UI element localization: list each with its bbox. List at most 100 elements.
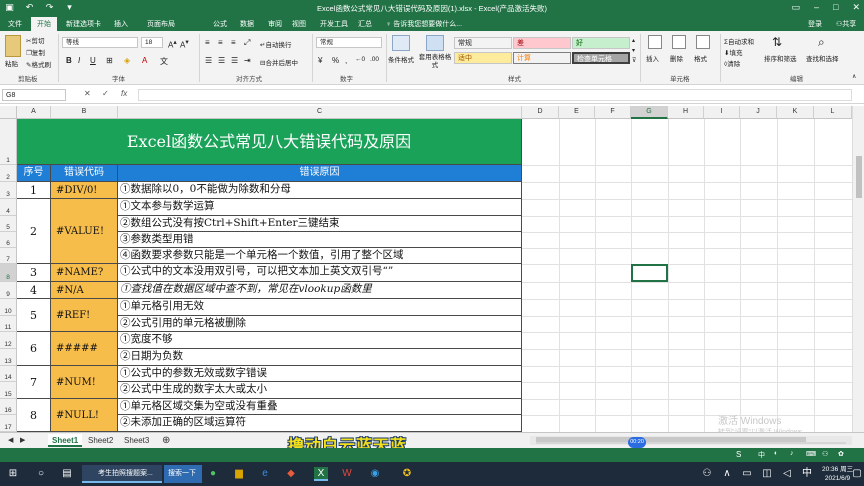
tray-arrow-icon[interactable]: ∧ (720, 467, 734, 481)
error-no-cell[interactable]: 4 (17, 282, 51, 299)
taskbar-app-browser[interactable]: 考生拍照搜题案... (82, 465, 162, 483)
sheet-tab-2[interactable]: Sheet2 (84, 434, 117, 447)
underline-icon[interactable]: U (90, 56, 96, 65)
error-no-cell[interactable]: 1 (17, 182, 51, 199)
error-reason-cell[interactable]: ①数据除以0，0不能做为除数和分母 (118, 182, 522, 199)
insert-function-icon[interactable]: fx (121, 89, 127, 98)
add-sheet-icon[interactable]: ⊕ (158, 434, 174, 447)
wechat-icon[interactable]: ● (206, 467, 220, 481)
tab-file[interactable]: 文件 (8, 19, 22, 29)
row-header-4[interactable]: 4 (0, 199, 17, 216)
comma-icon[interactable]: , (345, 56, 347, 65)
status-zh-icon[interactable]: 中 (758, 450, 765, 460)
autosum-button[interactable]: Σ自动求和 (724, 36, 754, 46)
error-code-cell[interactable]: #DIV/0! (51, 182, 118, 199)
video-time-badge[interactable]: 00:20 (628, 437, 646, 448)
error-reason-cell[interactable]: ①公式中的参数无效或数字错误 (118, 366, 522, 382)
column-header-c[interactable]: C (118, 106, 522, 119)
row-header-15[interactable]: 15 (0, 382, 17, 399)
taskbar-search-button[interactable]: 搜索一下 (164, 465, 202, 483)
minimize-icon[interactable]: – (814, 2, 819, 13)
error-no-cell[interactable]: 5 (17, 299, 51, 332)
formula-input[interactable] (138, 89, 852, 101)
find-select-icon[interactable]: ⌕ (818, 35, 825, 50)
tab-review[interactable]: 审阅 (268, 19, 282, 29)
folder-icon[interactable]: ▆ (232, 467, 246, 481)
error-reason-cell[interactable]: ①文本参与数学运算 (118, 199, 522, 216)
sheet-tab-1[interactable]: Sheet1 (48, 434, 83, 447)
align-bottom-icon[interactable]: ≡ (231, 38, 236, 47)
row-header-17[interactable]: 17 (0, 415, 17, 432)
format-as-table-button[interactable]: 套用表格格式 (418, 54, 452, 70)
maximize-icon[interactable]: □ (833, 2, 838, 13)
column-header-g[interactable]: G (631, 106, 668, 119)
align-center-icon[interactable]: ☰ (218, 56, 225, 65)
error-no-cell[interactable]: 8 (17, 399, 51, 432)
tray-people-icon[interactable]: ⚇ (700, 467, 714, 481)
name-box[interactable]: G8 (2, 89, 66, 101)
font-name-select[interactable]: 等线 (62, 37, 138, 48)
row-header-5[interactable]: 5 (0, 216, 17, 232)
fill-color-icon[interactable]: ◈ (124, 56, 130, 65)
grow-font-icon[interactable]: A▴ (168, 38, 177, 50)
error-reason-cell[interactable]: ③参数类型用错 (118, 232, 522, 248)
conditional-format-button[interactable]: 条件格式 (388, 54, 414, 64)
format-cells-button[interactable]: 格式 (694, 53, 707, 63)
column-header-i[interactable]: I (704, 106, 740, 119)
error-no-cell[interactable]: 7 (17, 366, 51, 399)
error-reason-cell[interactable]: ②日期为负数 (118, 349, 522, 366)
tab-insert[interactable]: 插入 (114, 19, 128, 29)
error-reason-cell[interactable]: ④函数要求参数只能是一个单元格一个数值，引用了整个区域 (118, 248, 522, 264)
error-code-cell[interactable]: #NULL! (51, 399, 118, 432)
vertical-scroll-thumb[interactable] (856, 156, 862, 198)
row-header-16[interactable]: 16 (0, 399, 17, 415)
style-check-cell[interactable]: 检查单元格 (572, 52, 630, 64)
error-reason-cell[interactable]: ①宽度不够 (118, 332, 522, 349)
status-moon-icon[interactable]: ◐ (774, 450, 778, 457)
error-reason-cell[interactable]: ①公式中的文本没用双引号，可以把文本加上英文双引号“” (118, 264, 522, 282)
error-reason-cell[interactable]: ②公式中生成的数字太大或太小 (118, 382, 522, 399)
app2-icon[interactable]: ◉ (368, 467, 382, 481)
error-code-cell[interactable]: ##### (51, 332, 118, 366)
active-cell-g8[interactable] (631, 264, 668, 282)
row-header-3[interactable]: 3 (0, 182, 17, 199)
column-header-f[interactable]: F (595, 106, 631, 119)
share-button[interactable]: ⚇共享 (836, 19, 856, 29)
ime-icon[interactable]: S (736, 450, 741, 459)
select-all-corner[interactable] (0, 106, 17, 119)
row-header-6[interactable]: 6 (0, 232, 17, 248)
row-header-13[interactable]: 13 (0, 349, 17, 366)
status-user-icon[interactable]: ⚇ (822, 450, 828, 458)
excel-taskbar-icon[interactable]: X (314, 467, 328, 481)
wps-icon[interactable]: W (340, 467, 354, 481)
tray-battery-icon[interactable]: ▭ (740, 467, 754, 481)
error-no-cell[interactable]: 6 (17, 332, 51, 366)
header-no-cell[interactable]: 序号 (17, 165, 51, 182)
style-bad[interactable]: 差 (513, 37, 571, 49)
font-color-icon[interactable]: A (142, 56, 147, 65)
find-select-button[interactable]: 查找和选择 (806, 53, 839, 63)
insert-cells-icon[interactable] (648, 35, 662, 49)
app-icon[interactable]: ◆ (284, 467, 298, 481)
shrink-font-icon[interactable]: A▾ (180, 38, 189, 50)
error-reason-cell[interactable]: ①查找值在数据区域中查不到，常见在vlookup函数里 (118, 282, 522, 299)
row-header-2[interactable]: 2 (0, 165, 17, 182)
insert-cells-button[interactable]: 插入 (646, 53, 659, 63)
cut-button[interactable]: ✂剪切 (26, 35, 44, 45)
tray-network-icon[interactable]: ◫ (760, 467, 774, 481)
enter-icon[interactable]: ✓ (102, 89, 109, 98)
copy-button[interactable]: ❐复制 (26, 47, 45, 57)
notification-icon[interactable]: ▢ (850, 467, 864, 481)
header-code-cell[interactable]: 错误代码 (51, 165, 118, 182)
column-header-l[interactable]: L (814, 106, 852, 119)
sort-filter-button[interactable]: 排序和筛选 (764, 53, 797, 63)
tab-new[interactable]: 新建选项卡 (66, 19, 101, 29)
italic-icon[interactable]: I (78, 56, 80, 65)
styles-scroll-up-icon[interactable]: ▴ (632, 37, 635, 44)
style-calculation[interactable]: 计算 (513, 52, 571, 64)
align-left-icon[interactable]: ☰ (205, 56, 212, 65)
error-reason-cell[interactable]: ②公式引用的单元格被删除 (118, 316, 522, 332)
column-header-d[interactable]: D (522, 106, 559, 119)
tab-view[interactable]: 视图 (292, 19, 306, 29)
border-icon[interactable]: ⊞ (106, 56, 113, 65)
